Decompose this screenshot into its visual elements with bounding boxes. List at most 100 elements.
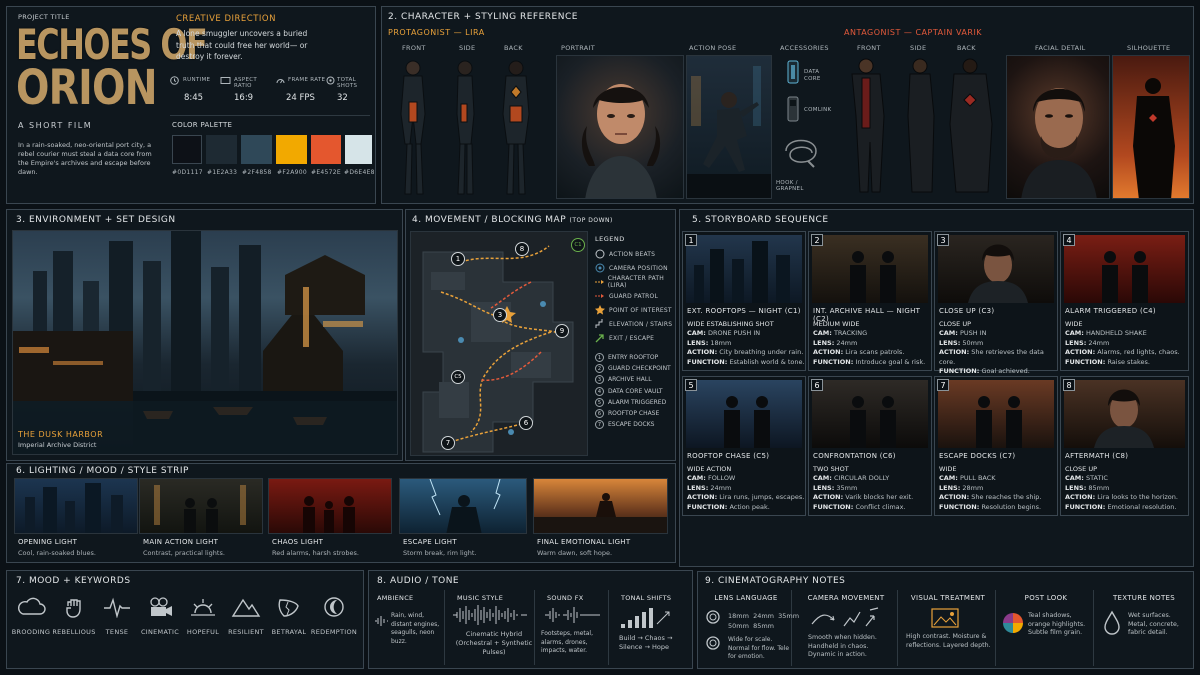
stat-shots: TOTAL SHOTS 32: [326, 76, 374, 110]
action-label: ACTION:: [939, 348, 970, 357]
legend-label: EXIT / ESCAPE: [609, 334, 655, 342]
environment-art: [12, 230, 398, 455]
storyboard-illustration: [1102, 251, 1148, 303]
cam-line: CAM: CIRCULAR DOLLY: [813, 474, 913, 483]
storyboard-details: CLOSE UP CAM: STATIC LENS: 85mm ACTION: Lir…: [1065, 465, 1178, 512]
lens-label: LENS:: [1065, 338, 1087, 347]
light-title: ESCAPE LIGHT: [403, 538, 457, 546]
fx-waveform-icon: [545, 607, 600, 623]
lens-notes: Wide for scale. Normal for flow. Tele fo…: [728, 636, 790, 660]
shots-icon: [326, 76, 335, 85]
beat-list: 1 ENTRY ROOFTOP 2 GUARD CHECKPOINT 3 ARCHIV…: [595, 352, 675, 430]
cam-label: CAM:: [687, 329, 706, 338]
audio-col-title: TONAL SHIFTS: [621, 594, 672, 602]
legend-item: GUARD PATROL: [595, 289, 675, 303]
storyboard-panel-6: 6 CONFRONTATION (C6) TWO SHOT CAM: CIRCULAR…: [808, 376, 932, 516]
map-marker: 3: [493, 308, 507, 322]
broken-mask-icon: [278, 599, 299, 617]
storyboard-panel-2: 2 INT. ARCHIVE HALL — NIGHT (C2) MEDIUM WI…: [808, 231, 932, 371]
comlink-icon: [787, 96, 799, 122]
beat-number: 2: [595, 364, 604, 374]
function-line: FUNCTION: Resolution begins.: [939, 503, 1042, 512]
camera-position-icon: [595, 263, 605, 273]
light-thumb: [399, 478, 527, 534]
cam-line: CAM: PULL BACK: [939, 474, 1042, 483]
keyword-label: CINEMATIC: [140, 628, 180, 636]
cam-value: DRONE PUSH IN: [707, 329, 761, 338]
lens-value: 24mm: [1088, 338, 1110, 347]
lens-value: 50mm: [962, 338, 984, 347]
varik-view-facial: FACIAL DETAIL: [1035, 44, 1086, 52]
cam-label: CAM:: [1065, 474, 1084, 483]
storyboard-panel-3: 3 CLOSE UP (C3) CLOSE UP CAM: PUSH IN LENS: …: [934, 231, 1058, 375]
keyword-label: RESILIENT: [228, 628, 264, 636]
lens-label: LENS:: [939, 483, 961, 492]
map-illustration: [422, 245, 574, 453]
keyword-redemption: REDEMPTION: [309, 596, 359, 636]
beat-label: DATA CORE VAULT: [608, 387, 663, 395]
lira-turnaround: [400, 60, 530, 195]
swatch: [172, 135, 202, 164]
map-marker: 6: [519, 416, 533, 430]
light-thumb: [533, 478, 668, 534]
keyword-tense: TENSE: [94, 596, 140, 636]
post-notes: Teal shadows, orange highlights. Subtle …: [1028, 612, 1086, 636]
action-label: ACTION:: [939, 493, 970, 502]
view-side: SIDE: [459, 44, 476, 52]
beat-item: 2 GUARD CHECKPOINT: [595, 363, 675, 374]
beat-label: ARCHIVE HALL: [608, 376, 652, 384]
view-portrait: PORTRAIT: [561, 44, 596, 52]
lens-line: LENS: 18mm: [687, 339, 805, 348]
varik-face-illustration: [1021, 88, 1097, 198]
storyboard-title: EXT. ROOFTOPS — NIGHT (C1): [687, 307, 801, 315]
beat-label: ESCAPE DOCKS: [608, 421, 655, 429]
protagonist-label: PROTAGONIST — LIRA: [388, 28, 485, 37]
movement-heading: 4. MOVEMENT / BLOCKING MAP (TOP DOWN): [412, 215, 613, 225]
cam-label: CAM:: [813, 329, 832, 338]
audio-col-tonal: TONAL SHIFTS Build → Chaos → Silence → H…: [611, 590, 691, 665]
sunrise-icon: [191, 599, 215, 616]
action-value: Lira looks to the horizon.: [1097, 493, 1178, 502]
lens-value: 35mm: [836, 483, 858, 492]
audio-col-title: AMBIENCE: [377, 594, 414, 602]
location-subtitle: Imperial Archive District: [18, 441, 97, 449]
action-label: ACTION:: [813, 348, 844, 357]
swatch-label: #F2A900: [277, 169, 307, 176]
palette-swatches: #0D1117 #1E2A33 #2F4858 #F2A900 #E4572E …: [172, 135, 374, 177]
lens-label: LENS:: [813, 483, 835, 492]
keyword-rebellious: REBELLIOUS: [51, 596, 97, 636]
water-drop-icon: [1104, 610, 1120, 635]
aspect-ratio-icon: [220, 77, 231, 84]
storyboard-details: WIDE CAM: PULL BACK LENS: 28mm ACTION: She …: [939, 465, 1042, 512]
action-line: ACTION: City breathing under rain.: [687, 348, 805, 357]
film-subtitle: A SHORT FILM: [18, 121, 93, 130]
function-label: FUNCTION:: [1065, 357, 1106, 366]
shot-type: WIDE ACTION: [687, 465, 732, 473]
beat-label: ENTRY ROOFTOP: [608, 354, 659, 362]
storyboard-thumbnail: [938, 380, 1054, 448]
beat-item: 7 ESCAPE DOCKS: [595, 419, 675, 430]
action-line: ACTION: Varik blocks her exit.: [813, 493, 913, 502]
stat-value: 24 FPS: [286, 93, 315, 103]
function-line: FUNCTION: Conflict climax.: [813, 503, 913, 512]
audio-col-text: Cinematic Hybrid (Orchestral + Synthetic…: [455, 630, 533, 656]
function-label: FUNCTION:: [687, 357, 728, 366]
stat-framerate: FRAME RATE 24 FPS: [276, 76, 328, 110]
view-action: ACTION POSE: [689, 44, 737, 52]
varik-front-figure: [851, 58, 885, 193]
function-line: FUNCTION: Emotional resolution.: [1065, 503, 1178, 512]
function-label: FUNCTION:: [1065, 502, 1106, 511]
function-value: Emotional resolution.: [1107, 502, 1177, 511]
visual-treatment-icon: [931, 608, 959, 628]
creative-direction-text: A lone smuggler uncovers a buried truth …: [176, 29, 308, 61]
light-title: FINAL EMOTIONAL LIGHT: [537, 538, 631, 546]
keyword-hopeful: HOPEFUL: [180, 596, 226, 636]
legend-item: ACTION BEATS: [595, 247, 675, 261]
keyword-label: BROODING: [11, 628, 51, 636]
cam-line: CAM: HANDHELD SHAKE: [1065, 329, 1180, 338]
storyboard-number: 4: [1063, 234, 1075, 246]
accessory-label: DATA CORE: [804, 69, 821, 82]
legend-item: CAMERA POSITION: [595, 261, 675, 275]
movement-heading-note: (TOP DOWN): [569, 217, 613, 224]
character-path-icon: [595, 280, 604, 284]
